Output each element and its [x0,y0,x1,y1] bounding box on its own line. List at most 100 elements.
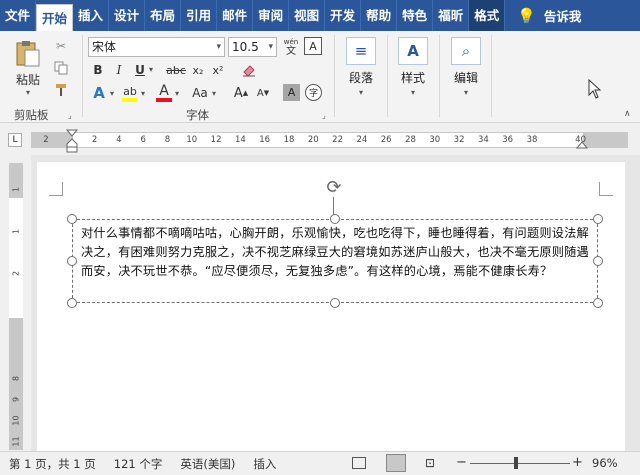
underline-button[interactable]: U [131,61,149,79]
font-color-button[interactable]: A [154,83,174,103]
paste-label: 粘贴 [15,73,40,87]
clear-formatting-button[interactable] [240,61,258,79]
bold-button[interactable]: B [89,61,107,79]
tab-12[interactable]: 福昕 [433,0,470,31]
tab-13[interactable]: 格式 [469,0,506,31]
tab-3[interactable]: 设计 [109,0,146,31]
resize-handle-bm[interactable] [330,298,340,308]
word-count[interactable]: 121 个字 [105,456,172,472]
zoom-slider[interactable] [470,463,570,464]
enclose-char-button[interactable]: 字 [305,84,322,101]
print-layout-icon[interactable] [386,454,406,472]
shrink-font-button[interactable]: A ▼ [254,83,272,103]
rotate-handle-icon[interactable]: ⟳ [323,177,345,199]
ruler-tick: 2 [43,135,49,145]
vertical-scrollbar[interactable] [628,155,640,451]
tab-4[interactable]: 布局 [145,0,182,31]
subscript-button[interactable]: x₂ [189,61,207,79]
read-mode-icon[interactable] [352,457,366,469]
resize-handle-mr[interactable] [593,256,603,266]
vruler-tick: 9 [11,396,21,403]
paste-button[interactable]: 粘贴 ▾ [10,39,46,97]
styles-icon: A [398,37,428,65]
vertical-ruler[interactable]: 1 1 2 8 9 10 11 [0,155,31,451]
web-layout-icon[interactable]: ⊡ [425,456,435,470]
tab-1[interactable]: 开始 [36,4,74,31]
right-indent-marker-icon[interactable] [576,139,588,149]
dialog-launcher-icon[interactable]: ⌟ [68,111,72,120]
editing-button[interactable]: ⌕ 编辑 ▾ [444,37,488,97]
resize-handle-tr[interactable] [593,214,603,224]
tab-6[interactable]: 邮件 [217,0,254,31]
format-painter-button[interactable] [52,81,70,99]
phonetic-guide-button[interactable]: wén 文 [281,36,301,58]
chevron-down-icon[interactable]: ▾ [175,89,179,98]
text-effects-button[interactable]: A [89,83,109,103]
strikethrough-button[interactable]: abc [164,61,188,79]
resize-handle-bl[interactable] [67,298,77,308]
paragraph-button[interactable]: ≡ 段落 ▾ [339,37,383,97]
copy-button[interactable] [52,59,70,77]
ribbon: 粘贴 ▾ ✂ 剪贴板 ⌟ 宋体 ▾ 10.5 ▾ wén 文 A B I U ▾… [0,31,640,123]
superscript-button[interactable]: x² [209,61,227,79]
document-canvas[interactable]: ⟳ 对什么事情都不嘀嘀咕咕，心胸开朗，乐观愉快，吃也吃得下，睡也睡得着，有问题则… [31,155,640,451]
chevron-down-icon[interactable]: ▾ [141,89,145,98]
group-divider [334,35,335,117]
styles-button[interactable]: A 样式 ▾ [391,37,435,97]
text-box[interactable]: 对什么事情都不嘀嘀咕咕，心胸开朗，乐观愉快，吃也吃得下，睡也睡得着，有问题则设法… [72,219,598,303]
horizontal-ruler[interactable]: L 2 2 4 6 8 10 12 14 16 18 20 22 24 26 28 30 32 34 36 38 40 [0,123,640,155]
resize-handle-tl[interactable] [67,214,77,224]
group-divider [82,35,83,117]
scissors-icon: ✂ [55,39,67,53]
ruler-tick: 6 [140,135,146,145]
char-shading-button[interactable]: A [283,84,300,101]
italic-button[interactable]: I [110,61,128,79]
chevron-down-icon[interactable]: ▾ [149,65,153,74]
vruler-text-area [9,198,23,318]
tab-selector[interactable]: L [8,133,22,147]
brush-icon [56,84,66,96]
chevron-down-icon: ▾ [216,42,221,52]
cut-button[interactable]: ✂ [52,37,70,55]
tell-me-search[interactable]: 💡 告诉我 [517,6,581,25]
font-size-combo[interactable]: 10.5 ▾ [228,37,277,57]
tab-5[interactable]: 引用 [181,0,218,31]
font-name-combo[interactable]: 宋体 ▾ [88,37,225,57]
tab-11[interactable]: 特色 [397,0,434,31]
grow-font-button[interactable]: A ▲ [232,83,250,103]
tab-8[interactable]: 视图 [289,0,326,31]
char-border-button[interactable]: A [304,37,322,55]
ruler-tick: 14 [234,135,246,145]
ruler-tick: 22 [332,135,343,145]
tab-2[interactable]: 插入 [73,0,110,31]
change-case-button[interactable]: Aa [188,83,212,103]
language[interactable]: 英语(美国) [171,456,244,472]
tab-10[interactable]: 帮助 [361,0,398,31]
resize-handle-ml[interactable] [67,256,77,266]
chevron-down-icon: ▾ [358,88,363,97]
resize-handle-br[interactable] [593,298,603,308]
lightbulb-icon: 💡 [517,6,536,25]
text-box-content[interactable]: 对什么事情都不嘀嘀咕咕，心胸开朗，乐观愉快，吃也吃得下，睡也睡得着，有问题则设法… [81,224,593,281]
zoom-level[interactable]: 96% [592,456,618,470]
page-count[interactable]: 第 1 页，共 1 页 [0,456,105,472]
resize-handle-tm[interactable] [330,214,340,224]
ruler-tick: 16 [259,135,271,145]
chevron-down-icon: ▾ [25,88,30,97]
ruler-tick: 2 [91,135,98,145]
zoom-out-button[interactable]: − [456,455,467,470]
ruler-tick: 4 [116,135,122,145]
collapse-ribbon-icon[interactable]: ∧ [624,109,631,119]
tab-7[interactable]: 审阅 [253,0,290,31]
tab-9[interactable]: 开发 [325,0,362,31]
zoom-slider-thumb[interactable] [514,457,518,469]
page[interactable]: ⟳ 对什么事情都不嘀嘀咕咕，心胸开朗，乐观愉快，吃也吃得下，睡也睡得着，有问题则… [37,162,625,451]
highlight-color-button[interactable]: ab [120,83,140,103]
chevron-down-icon[interactable]: ▾ [212,89,216,98]
indent-marker-icon[interactable] [66,129,78,153]
dialog-launcher-icon[interactable]: ⌟ [322,111,326,120]
zoom-in-button[interactable]: + [572,455,583,470]
chevron-down-icon[interactable]: ▾ [110,89,114,98]
insert-mode[interactable]: 插入 [244,456,285,472]
tab-0[interactable]: 文件 [0,0,37,31]
